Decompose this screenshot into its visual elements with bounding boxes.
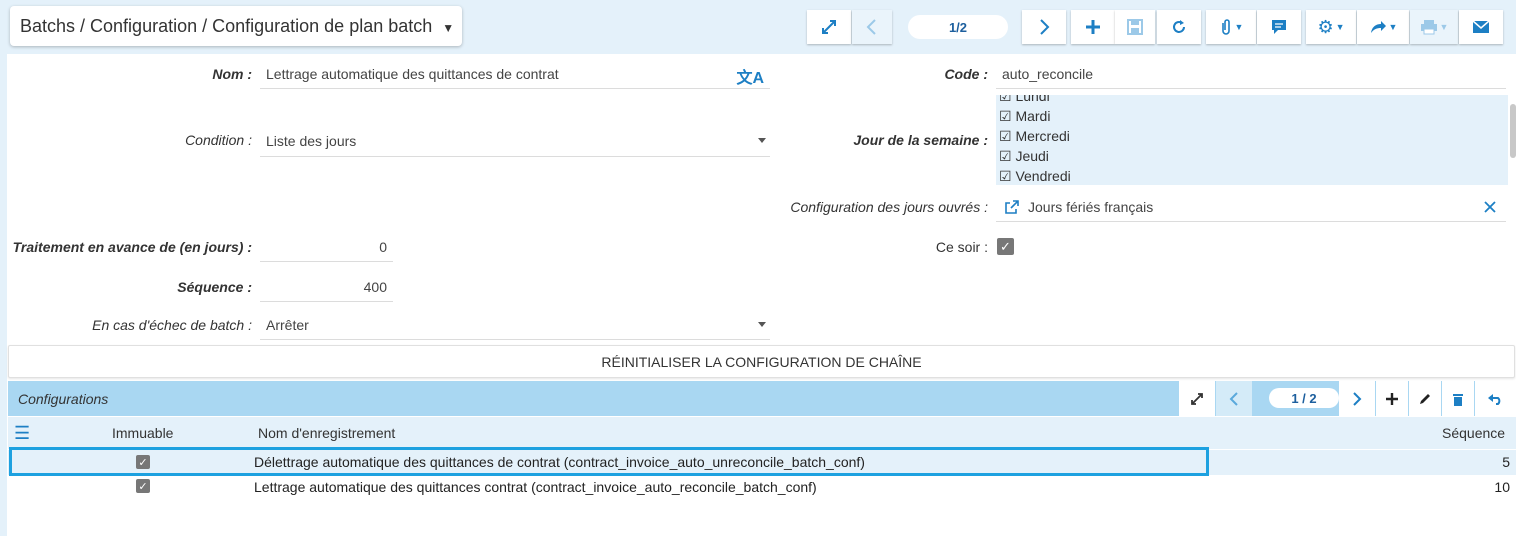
pencil-icon: [1420, 393, 1430, 404]
grid-expand-button[interactable]: [1179, 381, 1215, 416]
days-scrollbar[interactable]: [1510, 104, 1516, 158]
grid-add-button[interactable]: [1376, 381, 1408, 416]
next-button[interactable]: [1022, 10, 1066, 44]
days-list[interactable]: ☑ Lundi ☑ Mardi ☑ Mercredi ☑ Jeudi ☑ Ven…: [996, 95, 1508, 185]
code-value: auto_reconcile: [1002, 66, 1094, 82]
grid-header: Configurations 1 / 2: [8, 381, 1516, 416]
translate-icon[interactable]: 文A: [736, 64, 764, 88]
grid-edit-button[interactable]: [1409, 381, 1441, 416]
avance-label: Traitement en avance de (en jours) :: [12, 239, 252, 255]
attachment-button[interactable]: ▼: [1206, 10, 1256, 44]
row-name: Lettrage automatique des quittances cont…: [254, 479, 817, 495]
nom-input[interactable]: Lettrage automatique des quittances de c…: [260, 60, 770, 89]
chevron-right-icon: [1040, 19, 1050, 35]
echec-select[interactable]: Arrêter: [260, 310, 770, 340]
avance-value: 0: [379, 239, 387, 255]
jours-ouvres-input[interactable]: Jours fériés français: [996, 192, 1506, 222]
grid-column-header: ☰ Immuable Nom d'enregistrement Séquence: [8, 417, 1516, 449]
email-button[interactable]: [1459, 10, 1503, 44]
expand-icon: [1191, 392, 1203, 405]
undo-icon: [1487, 393, 1500, 405]
code-input[interactable]: auto_reconcile: [996, 60, 1506, 89]
condition-value: Liste des jours: [266, 132, 357, 149]
day-item[interactable]: ☑ Lundi: [996, 95, 1508, 106]
chevron-left-icon: [1229, 391, 1238, 406]
save-button[interactable]: [1115, 10, 1155, 44]
jour-label: Jour de la semaine :: [853, 132, 988, 148]
grid-title: Configurations: [18, 391, 109, 407]
comment-icon: [1272, 20, 1286, 34]
chevron-left-icon: [866, 19, 876, 35]
plus-icon: [1386, 392, 1398, 405]
sequence-input[interactable]: 400: [260, 273, 393, 302]
grid-delete-button[interactable]: [1442, 381, 1474, 416]
echec-value: Arrêter: [266, 316, 309, 333]
column-immuable[interactable]: Immuable: [112, 425, 173, 441]
jours-ouvres-label: Configuration des jours ouvrés :: [790, 199, 988, 215]
column-sequence[interactable]: Séquence: [1442, 425, 1505, 441]
day-item[interactable]: ☑ Jeudi: [996, 146, 1508, 166]
sequence-value: 400: [363, 279, 387, 295]
add-button[interactable]: [1071, 10, 1115, 44]
grid-pager: 1 / 2: [1269, 388, 1339, 408]
trash-icon: [1453, 393, 1463, 406]
printer-icon: [1420, 20, 1437, 35]
chevron-down-icon: [758, 321, 766, 327]
reset-chain-button[interactable]: RÉINITIALISER LA CONFIGURATION DE CHAÎNE: [8, 345, 1515, 378]
chevron-down-icon[interactable]: ▼: [442, 21, 454, 35]
paperclip-icon: [1221, 19, 1230, 35]
save-icon: [1127, 19, 1143, 35]
record-pager: 1/2: [908, 15, 1008, 39]
chevron-down-icon: [758, 137, 766, 143]
chevron-right-icon: [1353, 391, 1362, 406]
nom-value: Lettrage automatique des quittances de c…: [266, 66, 559, 82]
table-row[interactable]: ✓ Lettrage automatique des quittances co…: [8, 475, 1516, 500]
row-sequence: 5: [1502, 454, 1510, 470]
breadcrumb-text: Batchs / Configuration / Configuration d…: [20, 15, 433, 36]
day-item[interactable]: ☑ Vendredi: [996, 166, 1508, 185]
grid-previous-button[interactable]: [1216, 381, 1252, 416]
condition-label: Condition :: [185, 132, 252, 148]
selection-highlight: [9, 447, 1209, 476]
expand-button[interactable]: [807, 10, 851, 44]
row-sequence: 10: [1494, 479, 1510, 495]
avance-input[interactable]: 0: [260, 233, 393, 262]
print-button[interactable]: ▼: [1410, 10, 1458, 44]
refresh-icon: [1173, 20, 1185, 33]
share-button[interactable]: ▼: [1357, 10, 1409, 44]
ce-soir-checkbox[interactable]: ✓: [997, 238, 1014, 255]
nom-label: Nom :: [212, 66, 252, 82]
plus-icon: [1086, 20, 1100, 34]
jours-ouvres-value: Jours fériés français: [1028, 198, 1154, 215]
condition-select[interactable]: Liste des jours: [260, 125, 770, 157]
breadcrumb[interactable]: Batchs / Configuration / Configuration d…: [10, 6, 462, 46]
left-strip: [0, 0, 7, 536]
settings-button[interactable]: ⚙ ▼: [1306, 10, 1356, 44]
close-icon[interactable]: [1484, 201, 1496, 213]
day-item[interactable]: ☑ Mardi: [996, 106, 1508, 126]
ce-soir-label: Ce soir :: [935, 239, 988, 255]
refresh-button[interactable]: [1157, 10, 1201, 44]
expand-icon: [822, 20, 836, 34]
envelope-icon: [1472, 20, 1490, 33]
sequence-label: Séquence :: [177, 279, 252, 295]
day-item[interactable]: ☑ Mercredi: [996, 126, 1508, 146]
previous-button[interactable]: [852, 10, 892, 44]
column-nom[interactable]: Nom d'enregistrement: [258, 425, 395, 441]
echec-label: En cas d'échec de batch :: [92, 317, 252, 333]
external-link-icon[interactable]: [1004, 199, 1020, 215]
grid-undo-button[interactable]: [1475, 381, 1516, 416]
immuable-checkbox[interactable]: ✓: [136, 479, 150, 493]
menu-icon[interactable]: ☰: [14, 423, 30, 444]
grid-next-button[interactable]: [1339, 381, 1375, 416]
gear-icon: ⚙: [1317, 16, 1334, 37]
code-label: Code :: [944, 66, 988, 82]
comments-button[interactable]: [1257, 10, 1301, 44]
share-icon: [1370, 21, 1386, 33]
